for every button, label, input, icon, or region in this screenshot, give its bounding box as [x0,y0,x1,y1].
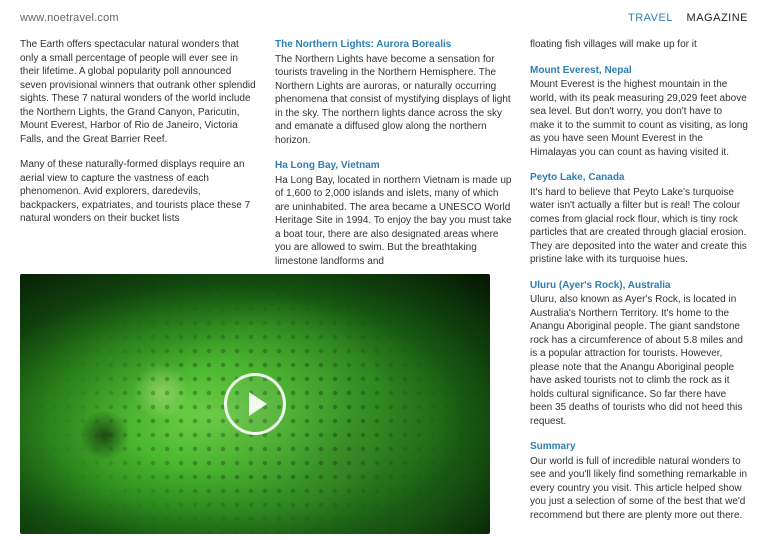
section-title: Summary [530,440,748,454]
brand-name: MAGAZINE [687,12,748,24]
section-uluru: Uluru (Ayer's Rock), Australia Uluru, al… [530,279,748,429]
brand-accent: TRAVEL [628,12,673,24]
intro-paragraph-1: The Earth offers spectacular natural won… [20,38,259,146]
section-ha-long-bay: Ha Long Bay, Vietnam Ha Long Bay, locate… [275,159,514,268]
column-1: The Earth offers spectacular natural won… [20,38,259,534]
hero-video-thumbnail[interactable] [20,274,490,534]
section-body: It's hard to believe that Peyto Lake's t… [530,186,748,267]
section-northern-lights: The Northern Lights: Aurora Borealis The… [275,38,514,147]
article-columns: The Earth offers spectacular natural won… [20,38,748,534]
play-button[interactable] [224,373,286,435]
section-peyto-lake: Peyto Lake, Canada It's hard to believe … [530,171,748,267]
section-title: Uluru (Ayer's Rock), Australia [530,279,748,293]
section-title: The Northern Lights: Aurora Borealis [275,38,514,52]
section-body: Our world is full of incredible natural … [530,455,748,523]
header-bar: www.noetravel.com TRAVEL MAGAZINE [20,12,748,24]
section-summary: Summary Our world is full of incredible … [530,440,748,522]
section-title: Mount Everest, Nepal [530,64,748,78]
column-3: floating fish villages will make up for … [530,38,748,534]
section-body: Mount Everest is the highest mountain in… [530,78,748,159]
section-body: Uluru, also known as Ayer's Rock, is loc… [530,293,748,428]
site-url: www.noetravel.com [20,12,119,24]
brand: TRAVEL MAGAZINE [628,12,748,24]
play-icon [249,392,267,416]
intro-paragraph-2: Many of these naturally-formed displays … [20,158,259,226]
section-mount-everest: Mount Everest, Nepal Mount Everest is th… [530,64,748,160]
section-title: Peyto Lake, Canada [530,171,748,185]
section-body: Ha Long Bay, located in northern Vietnam… [275,174,514,269]
continued-text: floating fish villages will make up for … [530,38,748,52]
section-body: The Northern Lights have become a sensat… [275,53,514,148]
section-title: Ha Long Bay, Vietnam [275,159,514,173]
